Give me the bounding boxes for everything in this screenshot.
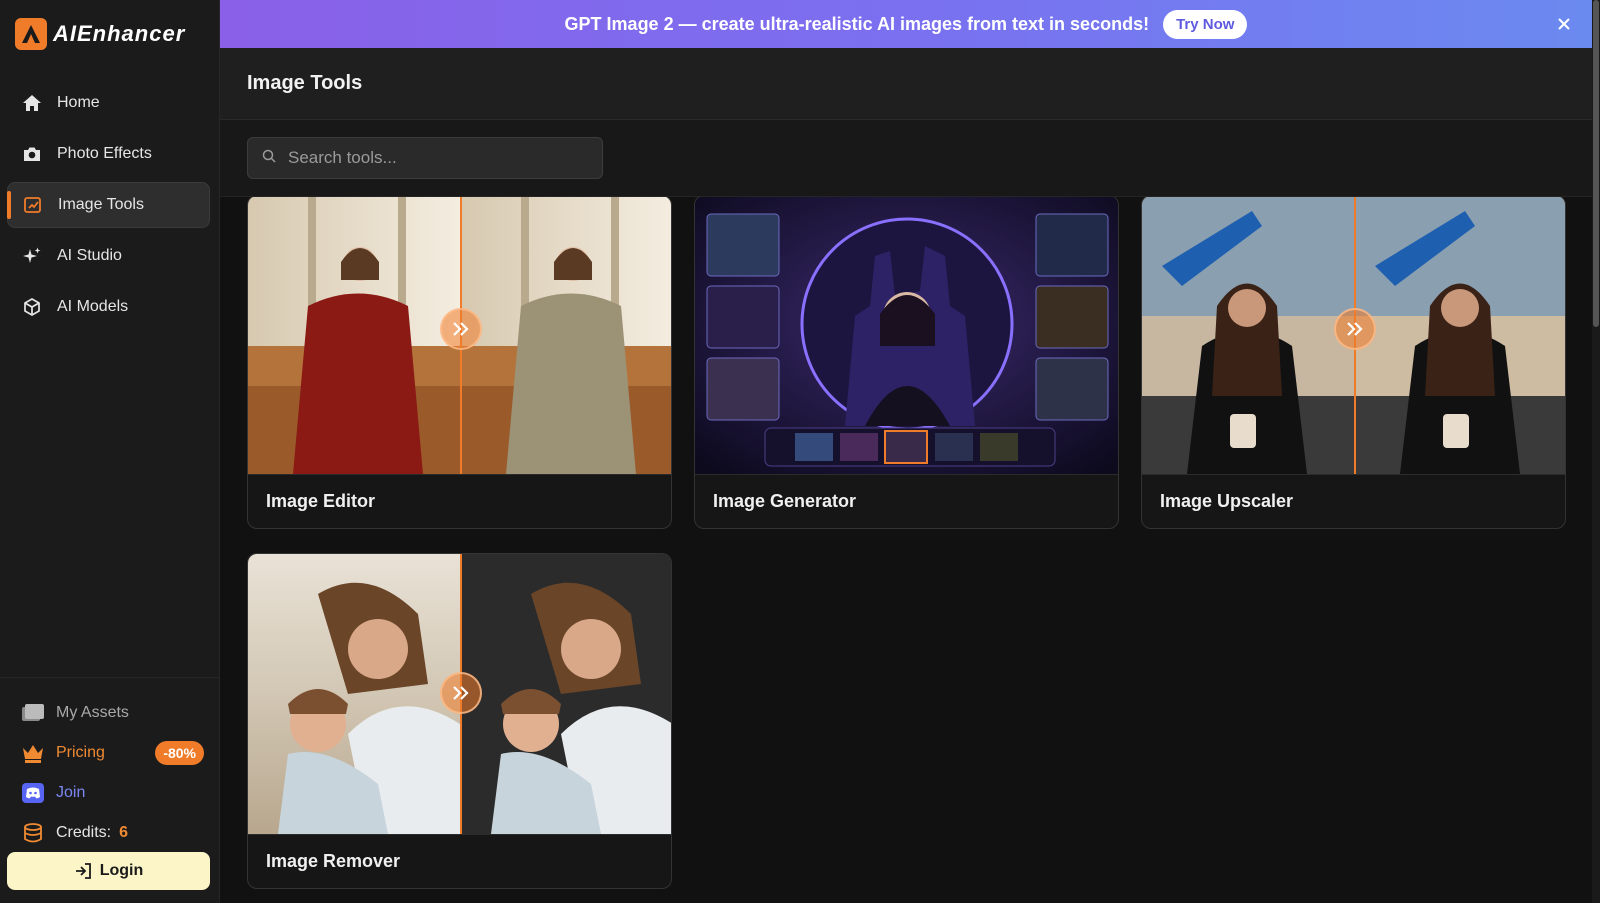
sidebar-item-label: AI Studio — [57, 247, 122, 264]
camera-icon — [21, 143, 43, 165]
compare-arrows-icon — [440, 308, 482, 350]
compare-arrows-icon — [1334, 308, 1376, 350]
image-editor-preview — [248, 197, 671, 474]
page-scrollbar[interactable] — [1592, 0, 1600, 903]
sidebar-item-ai-models[interactable]: AI Models — [7, 284, 210, 330]
page-header: Image Tools — [220, 48, 1592, 120]
tool-card-label: Image Upscaler — [1142, 474, 1565, 528]
sidebar-item-label: Image Tools — [58, 196, 144, 213]
logo-icon — [15, 18, 47, 50]
credits-display: Credits: 6 — [20, 813, 210, 853]
sidebar-divider — [0, 677, 219, 678]
sidebar-item-ai-studio[interactable]: AI Studio — [7, 233, 210, 279]
tool-card-image-generator[interactable]: Image Generator — [694, 197, 1119, 529]
sparkles-icon — [21, 245, 43, 267]
image-generator-preview — [695, 197, 1118, 474]
login-icon — [74, 862, 92, 880]
coins-icon — [20, 821, 46, 845]
sidebar-item-label: Home — [57, 94, 100, 111]
tools-grid: Image Editor Image Generator Image Upsca… — [220, 197, 1592, 903]
my-assets-link[interactable]: My Assets — [20, 693, 210, 733]
cube-icon — [21, 296, 43, 318]
search-input[interactable] — [288, 148, 588, 168]
login-button[interactable]: Login — [7, 852, 210, 890]
image-remover-preview — [248, 554, 671, 834]
image-upscaler-preview — [1142, 197, 1565, 474]
folder-icon — [20, 701, 46, 725]
sidebar-nav: Home Photo Effects Image Tools AI Studio… — [7, 80, 210, 335]
try-now-button[interactable]: Try Now — [1163, 9, 1248, 39]
page-title: Image Tools — [247, 72, 363, 94]
compare-arrows-icon — [440, 672, 482, 714]
tool-card-image-upscaler[interactable]: Image Upscaler — [1141, 197, 1566, 529]
close-icon[interactable] — [1554, 14, 1574, 34]
discord-join-link[interactable]: Join — [20, 773, 210, 813]
promo-banner: GPT Image 2 — create ultra-realistic AI … — [220, 0, 1592, 48]
tool-card-label: Image Editor — [248, 474, 671, 528]
sidebar-item-label: AI Models — [57, 298, 129, 315]
crown-icon — [20, 741, 46, 765]
sidebar-item-home[interactable]: Home — [7, 80, 210, 126]
search-bar-area — [220, 120, 1592, 197]
credits-label: Credits: — [56, 824, 112, 841]
discord-icon — [20, 781, 46, 805]
scrollbar-thumb[interactable] — [1593, 0, 1599, 327]
logo-text: AIEnhancer — [53, 21, 186, 46]
banner-text: GPT Image 2 — create ultra-realistic AI … — [564, 13, 1150, 34]
tool-card-image-editor[interactable]: Image Editor — [247, 197, 672, 529]
sidebar-item-label: Photo Effects — [57, 145, 152, 162]
pricing-label: Pricing — [56, 744, 105, 761]
logo[interactable]: AIEnhancer — [15, 18, 185, 50]
search-box[interactable] — [247, 137, 603, 179]
search-icon — [262, 149, 276, 168]
discount-badge: -80% — [155, 741, 204, 765]
edit-image-icon — [22, 194, 44, 216]
tool-card-label: Image Generator — [695, 474, 1118, 528]
credits-value: 6 — [119, 824, 129, 841]
tool-card-label: Image Remover — [248, 834, 671, 888]
pricing-link[interactable]: Pricing -80% — [20, 733, 210, 773]
home-icon — [21, 92, 43, 114]
sidebar: AIEnhancer Home Photo Effects Image Tool… — [0, 0, 220, 903]
login-label: Login — [99, 862, 144, 879]
sidebar-item-image-tools[interactable]: Image Tools — [7, 182, 210, 228]
sidebar-item-photo-effects[interactable]: Photo Effects — [7, 131, 210, 177]
my-assets-label: My Assets — [56, 704, 129, 721]
join-label: Join — [56, 784, 86, 801]
sidebar-bottom: My Assets Pricing -80% Join Credits: 6 — [20, 693, 210, 853]
tool-card-image-remover[interactable]: Image Remover — [247, 553, 672, 889]
